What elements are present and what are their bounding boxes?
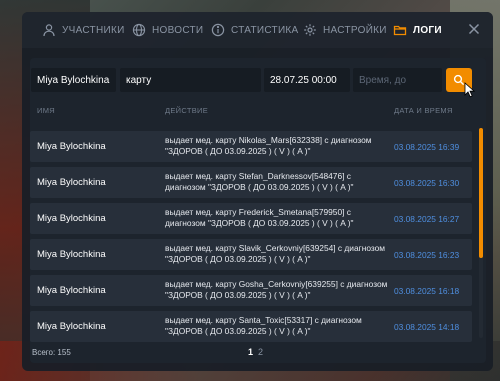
row-date: 03.08.2025 16:18: [394, 286, 460, 296]
top-navigation: УЧАСТНИКИ НОВОСТИ СТАТИСТИКА НАСТРОЙКИ Л…: [22, 12, 493, 48]
tab-statistics[interactable]: СТАТИСТИКА: [211, 12, 299, 48]
mouse-cursor-icon: [464, 82, 476, 98]
row-date: 03.08.2025 16:27: [394, 214, 460, 224]
scrollbar[interactable]: [479, 128, 483, 338]
row-date: 03.08.2025 16:39: [394, 142, 460, 152]
tab-news[interactable]: НОВОСТИ: [132, 12, 203, 48]
row-action: выдает мед. карту Santa_Toxic[53317] с д…: [165, 315, 362, 336]
row-action: выдает мед. карту Frederick_Smetana[5799…: [165, 207, 354, 228]
row-date: 03.08.2025 16:30: [394, 178, 460, 188]
table-row[interactable]: Miya Bylochkina выдает мед. карту Gosha_…: [30, 275, 472, 306]
row-name: Miya Bylochkina: [37, 249, 106, 260]
user-icon: [43, 24, 55, 37]
folder-icon: [393, 25, 407, 36]
total-count: Всего: 155: [32, 348, 71, 357]
tab-settings[interactable]: НАСТРОЙКИ: [303, 12, 387, 48]
filter-bar: [30, 58, 486, 98]
tab-participants[interactable]: УЧАСТНИКИ: [42, 12, 125, 48]
row-date: 03.08.2025 16:23: [394, 250, 460, 260]
table-header: ИМЯ ДЕЙСТВИЕ ДАТА И ВРЕМЯ: [30, 106, 486, 120]
logs-content: ИМЯ ДЕЙСТВИЕ ДАТА И ВРЕМЯ Miya Bylochkin…: [30, 58, 486, 363]
table-row[interactable]: Miya Bylochkina выдает мед. карту Santa_…: [30, 311, 472, 342]
tab-label: ЛОГИ: [413, 24, 442, 36]
table-row[interactable]: Miya Bylochkina выдает мед. карту Nikola…: [30, 131, 472, 162]
column-action-header: ДЕЙСТВИЕ: [165, 106, 209, 115]
date-from-input[interactable]: [264, 68, 350, 92]
row-name: Miya Bylochkina: [37, 213, 106, 224]
table-row[interactable]: Miya Bylochkina выдает мед. карту Freder…: [30, 203, 472, 234]
row-action: выдает мед. карту Stefan_Darknessov[5484…: [165, 171, 354, 192]
column-name-header: ИМЯ: [37, 106, 55, 115]
page-2-link[interactable]: 2: [258, 347, 263, 357]
action-filter-input[interactable]: [120, 68, 261, 92]
row-name: Miya Bylochkina: [37, 141, 106, 152]
tab-label: НОВОСТИ: [152, 24, 204, 36]
logs-panel: УЧАСТНИКИ НОВОСТИ СТАТИСТИКА НАСТРОЙКИ Л…: [22, 12, 493, 371]
row-name: Miya Bylochkina: [37, 285, 106, 296]
date-to-input[interactable]: [353, 68, 442, 92]
gear-icon: [304, 24, 316, 36]
info-icon: [211, 23, 225, 37]
pagination: 1 2: [248, 347, 263, 357]
name-filter-input[interactable]: [31, 68, 116, 92]
table-row[interactable]: Miya Bylochkina выдает мед. карту Stefan…: [30, 167, 472, 198]
column-datetime-header: ДАТА И ВРЕМЯ: [394, 106, 453, 115]
row-action: выдает мед. карту Gosha_Cerkovniy[639255…: [165, 279, 388, 300]
row-action: выдает мед. карту Nikolas_Mars[632338] с…: [165, 135, 372, 156]
row-name: Miya Bylochkina: [37, 321, 106, 332]
scrollbar-thumb[interactable]: [479, 128, 483, 258]
table-row[interactable]: Miya Bylochkina выдает мед. карту Slavik…: [30, 239, 472, 270]
tab-label: СТАТИСТИКА: [231, 24, 299, 36]
close-icon[interactable]: [467, 22, 481, 36]
row-action: выдает мед. карту Slavik_Cerkovniy[63925…: [165, 243, 386, 264]
row-name: Miya Bylochkina: [37, 177, 106, 188]
page-1-link[interactable]: 1: [248, 347, 253, 357]
tab-label: НАСТРОЙКИ: [323, 24, 387, 36]
globe-icon: [132, 23, 146, 37]
table-footer: Всего: 155 1 2: [30, 346, 486, 360]
tab-logs[interactable]: ЛОГИ: [393, 12, 442, 48]
row-date: 03.08.2025 14:18: [394, 322, 460, 332]
tab-label: УЧАСТНИКИ: [62, 24, 125, 36]
